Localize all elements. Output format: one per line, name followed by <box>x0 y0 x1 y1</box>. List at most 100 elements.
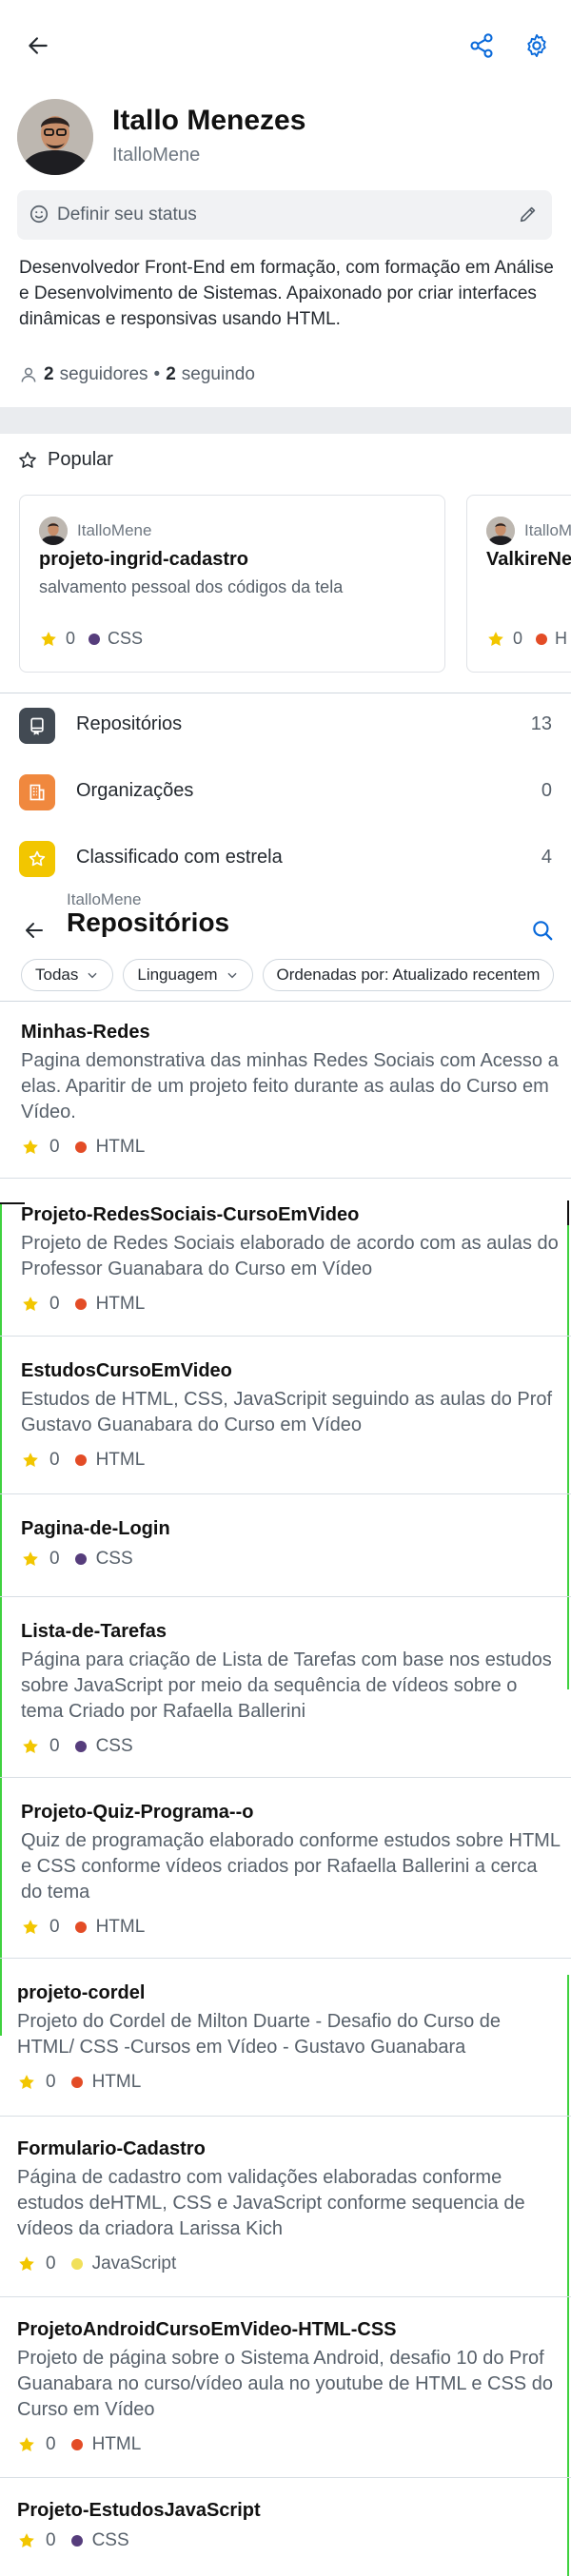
language-dot <box>74 1142 87 1153</box>
language-dot <box>74 1553 87 1565</box>
menu-count: 13 <box>530 713 552 734</box>
star-count: 0 <box>49 1917 60 1937</box>
share-button[interactable] <box>461 25 502 67</box>
repository-list-item[interactable]: Projeto-Quiz-Programa--o Quiz de programa… <box>0 1802 571 1944</box>
back-button[interactable] <box>13 909 55 951</box>
smiley-icon <box>29 204 49 224</box>
language-dot <box>70 2535 83 2547</box>
star-icon <box>21 1295 40 1314</box>
star-count: 0 <box>46 2530 56 2550</box>
divider <box>0 2116 571 2117</box>
repository-name: ProjetoAndroidCursoEmVideo-HTML-CSS <box>17 2319 397 2340</box>
language-dot <box>74 1454 87 1466</box>
filter-bar: Todas Linguagem Ordenadas por: Atualizad… <box>21 959 555 991</box>
star-icon <box>486 630 505 649</box>
filter-type-chip[interactable]: Todas <box>21 959 114 991</box>
repository-list-item[interactable]: Minhas-Redes Pagina demonstrativa das min… <box>0 1022 571 1164</box>
search-button[interactable] <box>522 909 563 951</box>
pinned-repo-card[interactable]: ItalloMene projeto-ingrid-cadastro salva… <box>19 495 445 673</box>
star-count: 0 <box>46 2072 56 2092</box>
repository-description: Projeto do Cordel de Milton Duarte - Des… <box>17 2011 502 2058</box>
star-count: 0 <box>49 1450 60 1470</box>
repository-meta: 0 HTML <box>21 1917 145 1938</box>
repository-name: Lista-de-Tarefas <box>21 1621 167 1642</box>
avatar <box>39 517 68 545</box>
menu-item-organizations[interactable]: Organizações 0 <box>0 765 571 818</box>
repository-list-item[interactable]: Projeto-EstudosJavaScript 0 CSS <box>0 2500 571 2576</box>
filter-language-chip[interactable]: Linguagem <box>123 959 253 991</box>
star-icon <box>17 2073 36 2092</box>
menu-item-starred[interactable]: Classificado com estrela 4 <box>0 831 571 885</box>
star-icon <box>21 1451 40 1470</box>
followers-row[interactable]: 2 seguidores • 2 seguindo <box>19 361 255 388</box>
language-label: H <box>555 629 568 648</box>
organization-icon <box>19 774 55 810</box>
star-icon <box>21 1918 40 1937</box>
repository-description: Projeto de página sobre o Sistema Androi… <box>17 2348 553 2420</box>
language-label: HTML <box>95 1450 146 1470</box>
back-arrow-icon <box>23 919 46 942</box>
menu-item-repositories[interactable]: Repositórios 13 <box>0 698 571 751</box>
divider <box>0 1777 571 1778</box>
language-label: HTML <box>95 1294 146 1314</box>
pinned-repo-card[interactable]: ItalloMene ValkireNe 0 H <box>466 495 571 673</box>
settings-button[interactable] <box>516 25 558 67</box>
repository-name: Minhas-Redes <box>21 1022 150 1043</box>
back-arrow-icon <box>26 33 50 58</box>
repositories-title: Repositórios <box>67 907 230 937</box>
star-icon <box>17 2435 36 2454</box>
divider <box>0 1958 571 1959</box>
divider <box>0 1001 571 1002</box>
followers-label: seguidores <box>59 364 148 384</box>
repository-list-item[interactable]: projeto-cordel Projeto do Cordel de Milto… <box>0 1982 571 2125</box>
star-count: 0 <box>513 629 523 648</box>
star-icon <box>17 2254 36 2274</box>
language-dot <box>70 2077 83 2088</box>
language-dot <box>70 2439 83 2450</box>
star-icon <box>21 1550 40 1569</box>
pinned-owner: ItalloMene <box>39 517 151 545</box>
person-icon <box>19 365 38 384</box>
repository-meta: 0 HTML <box>17 2072 141 2093</box>
star-icon <box>21 1138 40 1157</box>
repository-name: Projeto-Quiz-Programa--o <box>21 1802 254 1823</box>
repo-icon <box>19 708 55 744</box>
menu-label: Organizações <box>76 780 194 801</box>
repository-meta: 0 HTML <box>21 1137 145 1158</box>
filter-sort-chip[interactable]: Ordenadas por: Atualizado recentem <box>262 959 555 991</box>
language-dot <box>536 633 548 645</box>
menu-label: Classificado com estrela <box>76 847 283 868</box>
follow-separator: • <box>153 364 161 384</box>
language-dot <box>89 633 101 645</box>
repository-list-item[interactable]: ProjetoAndroidCursoEmVideo-HTML-CSS Proje… <box>0 2319 571 2462</box>
top-app-bar <box>0 0 571 91</box>
profile-panel: Itallo Menezes ItalloMene Definir seu st… <box>0 0 571 890</box>
repositories-owner: ItalloMene <box>67 890 142 908</box>
profile-bio: Desenvolvedor Front-End em formação, com… <box>19 258 554 329</box>
star-count: 0 <box>46 2254 56 2274</box>
star-count: 0 <box>66 629 76 648</box>
star-icon <box>39 630 58 649</box>
repository-list-item[interactable]: EstudosCursoEmVideo Estudos de HTML, CSS,… <box>0 1360 571 1503</box>
repository-list-item[interactable]: Lista-de-Tarefas Página para criação de L… <box>0 1621 571 1764</box>
search-icon <box>530 918 555 943</box>
popular-title: Popular <box>48 449 113 470</box>
back-button[interactable] <box>17 25 59 67</box>
following-label: seguindo <box>181 364 255 384</box>
repository-meta: 0 CSS <box>21 1549 133 1570</box>
repository-name: Projeto-RedesSociais-CursoEmVideo <box>21 1204 360 1225</box>
language-dot <box>74 1298 87 1310</box>
repository-list-item[interactable]: Projeto-RedesSociais-CursoEmVideo Projeto… <box>0 1204 571 1347</box>
status-field[interactable]: Definir seu status <box>17 190 552 240</box>
pencil-icon[interactable] <box>518 204 539 224</box>
repositories-panel: ItalloMene Repositórios Todas Linguagem … <box>0 890 571 2576</box>
star-icon <box>17 2531 36 2550</box>
repository-list-item[interactable]: Formulario-Cadastro Página de cadastro co… <box>0 2138 571 2281</box>
repository-name: EstudosCursoEmVideo <box>21 1360 232 1381</box>
pinned-repo-name: projeto-ingrid-cadastro <box>39 549 249 570</box>
menu-count: 0 <box>541 780 552 801</box>
language-label: CSS <box>108 629 144 648</box>
language-dot <box>74 1922 87 1933</box>
avatar[interactable] <box>17 99 93 175</box>
avatar <box>486 517 515 545</box>
